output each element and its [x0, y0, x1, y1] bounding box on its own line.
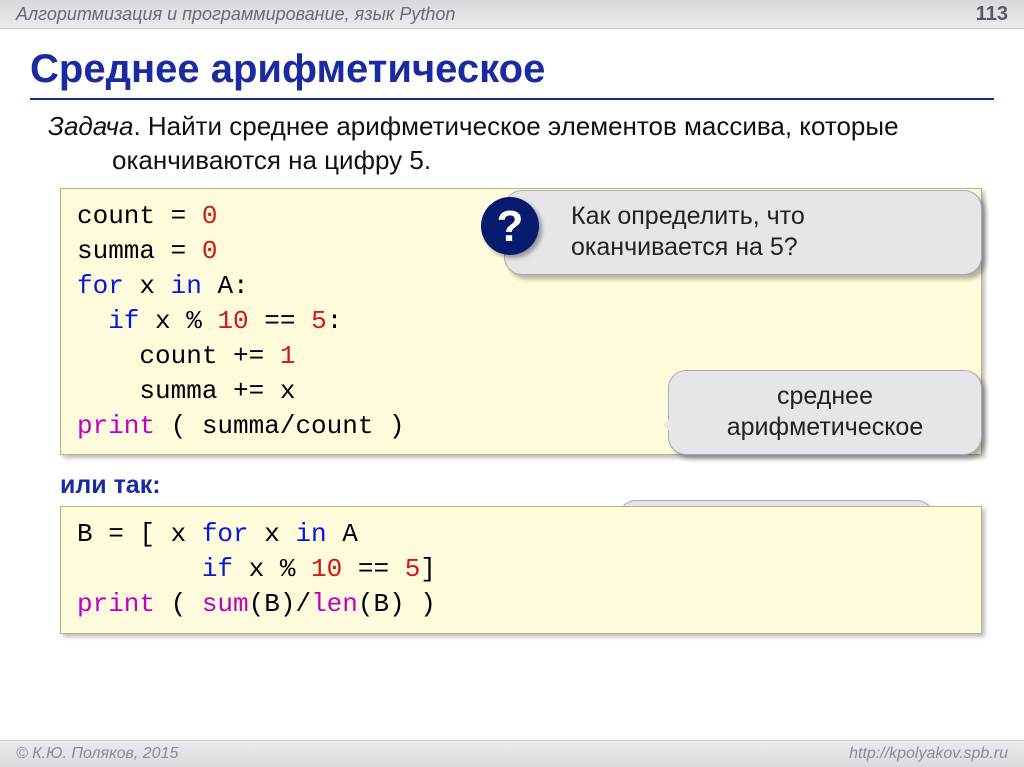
course-name: Алгоритмизация и программирование, язык …	[16, 4, 455, 25]
code-block-2: B = [ x for x in A if x % 10 == 5] print…	[60, 506, 982, 633]
callout-average: среднее арифметическое	[668, 370, 982, 455]
slide-footer: © К.Ю. Поляков, 2015 http://kpolyakov.sp…	[0, 740, 1024, 767]
callout-average-text: среднее арифметическое	[727, 382, 923, 441]
callout-question: ? Как определить, что оканчивается на 5?	[504, 190, 982, 275]
footer-url: http://kpolyakov.spb.ru	[849, 745, 1008, 763]
slide-title: Среднее арифметическое	[30, 47, 994, 100]
or-so-label: или так:	[60, 471, 1024, 500]
page-number: 113	[976, 3, 1008, 26]
slide-header: Алгоритмизация и программирование, язык …	[0, 0, 1024, 29]
problem-label: Задача	[48, 111, 133, 141]
question-mark-icon: ?	[481, 197, 539, 255]
problem-statement: Задача. Найти среднее арифметическое эле…	[48, 110, 964, 178]
problem-text: . Найти среднее арифметическое элементов…	[112, 111, 899, 175]
callout-question-text: Как определить, что оканчивается на 5?	[571, 202, 805, 261]
copyright: © К.Ю. Поляков, 2015	[16, 745, 178, 763]
